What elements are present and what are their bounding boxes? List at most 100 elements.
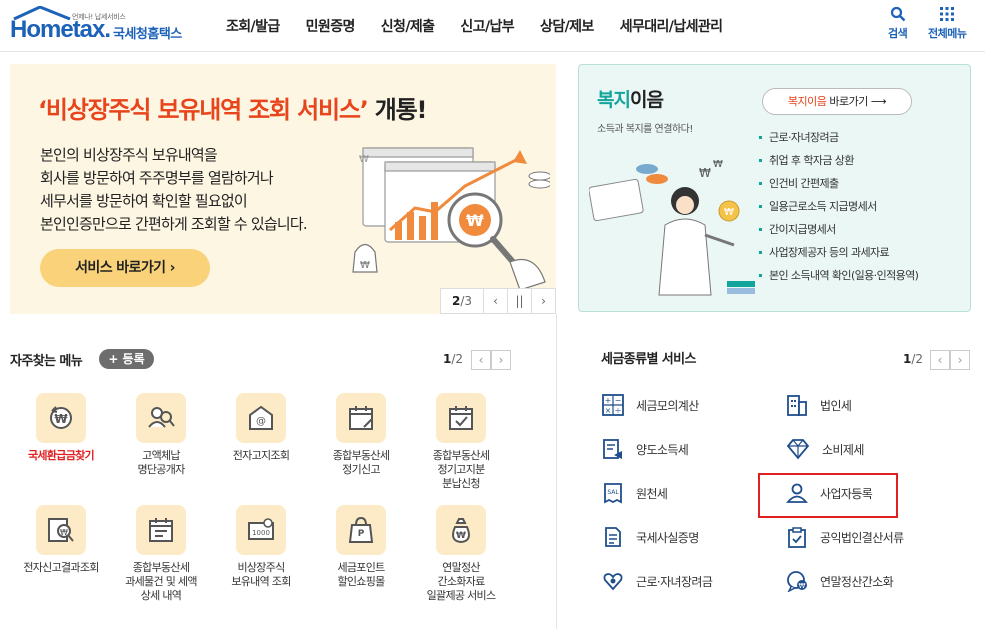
nav-report-pay[interactable]: 신고/납부 xyxy=(460,16,514,36)
nav-apply-submit[interactable]: 신청/제출 xyxy=(381,16,435,36)
register-menu-button[interactable]: + 등록 xyxy=(99,349,154,369)
welfare-banner: 복지이음 소득과 복지를 연결하다! 복지이음 바로가기 ⟶ 근로·자녀장려금 … xyxy=(578,64,971,312)
frequent-prev-button[interactable]: ‹ xyxy=(471,350,491,370)
search-button[interactable]: 검색 xyxy=(888,6,908,41)
frequent-item-label: 종합부동산세 정기고지분 분납신청 xyxy=(411,449,511,491)
frequent-item-installment[interactable]: 종합부동산세 정기고지분 분납신청 xyxy=(411,393,511,491)
tax-item-label: 연말정산간소화 xyxy=(820,574,894,589)
svg-text:÷: ÷ xyxy=(615,406,622,415)
welfare-link[interactable]: 인건비 간편제출 xyxy=(759,172,918,195)
tax-item-year-end-simple[interactable]: ₩ 연말정산간소화 xyxy=(786,570,894,592)
document-transfer-icon xyxy=(603,439,622,459)
banner-desc-line: 세무서를 방문하여 확인할 필요없이 xyxy=(40,192,248,210)
tax-item-consumption[interactable]: 소비제세 xyxy=(786,438,864,460)
frequent-item-delinquent[interactable]: 고액체납 명단공개자 xyxy=(111,393,211,477)
business-registration-highlight xyxy=(758,473,898,518)
welfare-link[interactable]: 일용근로소득 지급명세서 xyxy=(759,195,918,218)
tax-item-fact-certificate[interactable]: 국세사실증명 xyxy=(602,526,699,548)
frequent-item-year-end[interactable]: ₩ 연말정산 간소화자료 일괄제공 서비스 xyxy=(411,505,511,603)
svg-text:P: P xyxy=(358,529,365,539)
nav-inquiry-issue[interactable]: 조회/발급 xyxy=(226,16,280,36)
welfare-link[interactable]: 간이지급명세서 xyxy=(759,218,918,241)
nav-civil-certificate[interactable]: 민원증명 xyxy=(306,16,356,36)
welfare-list: 근로·자녀장려금 취업 후 학자금 상환 인건비 간편제출 일용근로소득 지급명… xyxy=(759,126,919,287)
tax-item-earned-income-credit[interactable]: 근로·자녀장려금 xyxy=(602,570,713,592)
tax-next-button[interactable]: › xyxy=(950,350,970,370)
label-line: 간소화자료 xyxy=(437,575,485,588)
banner-title: ‘비상장주식 보유내역 조회 서비스’ 개통! xyxy=(38,90,428,125)
tax-item-public-corp-settlement[interactable]: 공익법인결산서류 xyxy=(786,526,904,548)
banner-next-button[interactable]: › xyxy=(531,289,555,313)
welfare-link[interactable]: 근로·자녀장려금 xyxy=(759,126,918,149)
frequent-page-total: /2 xyxy=(451,352,464,366)
frequent-item-label: 종합부동산세 과세물건 및 세액 상세 내역 xyxy=(111,561,211,603)
nav-consult-report[interactable]: 상담/제보 xyxy=(540,16,594,36)
svg-text:₩: ₩ xyxy=(456,531,466,541)
column-divider xyxy=(556,314,557,629)
logo-org-name: 국세청홈택스 xyxy=(113,27,182,42)
shopping-bag-icon: P xyxy=(336,505,386,555)
people-search-icon xyxy=(136,393,186,443)
logo-text: Hometax. xyxy=(10,16,111,43)
welfare-link[interactable]: 취업 후 학자금 상환 xyxy=(759,149,918,172)
banner-page-indicator: 2/3 xyxy=(441,294,483,308)
frequent-item-label: 국세환급금찾기 xyxy=(11,449,111,463)
welfare-subtitle: 소득과 복지를 연결하다! xyxy=(597,124,693,135)
frequent-item-label: 세금포인트 할인쇼핑몰 xyxy=(311,561,411,589)
tax-item-label: 국세사실증명 xyxy=(636,530,699,545)
label-line: 전자고지조회 xyxy=(232,449,290,462)
frequent-item-point-mall[interactable]: P 세금포인트 할인쇼핑몰 xyxy=(311,505,411,589)
receipt-icon: SAL xyxy=(604,483,622,504)
main-nav: 조회/발급 민원증명 신청/제출 신고/납부 상담/제보 세무대리/납세관리 xyxy=(226,16,748,36)
tax-item-simulation[interactable]: + − × ÷ 세금모의계산 xyxy=(602,394,699,416)
label-line: 할인쇼핑몰 xyxy=(337,575,385,588)
tax-item-corporate[interactable]: 법인세 xyxy=(786,394,852,416)
service-go-button[interactable]: 서비스 바로가기 › xyxy=(40,249,210,287)
label-line: 국세환급금찾기 xyxy=(28,449,95,462)
search-icon xyxy=(890,6,905,22)
welfare-go-button[interactable]: 복지이음 바로가기 ⟶ xyxy=(762,88,912,115)
hometax-logo[interactable]: 언제나! 납세서비스 Hometax. 국세청홈택스 xyxy=(10,6,195,46)
frequent-item-e-notice[interactable]: @ 전자고지조회 xyxy=(211,393,311,463)
frequent-item-e-filing-result[interactable]: ₩ 전자신고결과조회 xyxy=(11,505,111,575)
frequent-item-refund[interactable]: ₩ 국세환급금찾기 xyxy=(11,393,111,463)
banner-pause-button[interactable]: || xyxy=(507,289,531,313)
svg-text:₩: ₩ xyxy=(360,260,370,271)
label-line: 종합부동산세 xyxy=(432,449,490,462)
welfare-link[interactable]: 본인 소득내역 확인(일용·인적용역) xyxy=(759,264,919,287)
label-line: 상세 내역 xyxy=(140,589,182,602)
tax-item-label: 세금모의계산 xyxy=(636,398,699,413)
money-bag-icon: ₩ xyxy=(436,505,486,555)
tax-item-label: 공익법인결산서류 xyxy=(820,530,904,545)
tax-item-label: 근로·자녀장려금 xyxy=(636,574,713,589)
label-line: 정기고지분 xyxy=(437,463,485,476)
welfare-title-b: 이음 xyxy=(629,89,664,111)
svg-text:SAL: SAL xyxy=(607,489,619,496)
banner-title-tail: 개통! xyxy=(367,96,428,124)
woman-illustration: ₩ ₩ ₩ xyxy=(589,159,755,296)
calendar-icon xyxy=(336,393,386,443)
svg-text:₩: ₩ xyxy=(699,166,711,180)
tax-item-transfer-income[interactable]: 양도소득세 xyxy=(602,438,689,460)
clipboard-icon xyxy=(788,527,806,548)
frequent-item-unlisted-stock[interactable]: 1000 비상장주식 보유내역 조회 xyxy=(211,505,311,589)
banner-prev-button[interactable]: ‹ xyxy=(483,289,507,313)
frequent-item-property-tax-filing[interactable]: 종합부동산세 정기신고 xyxy=(311,393,411,477)
nav-tax-agent[interactable]: 세무대리/납세관리 xyxy=(620,16,723,36)
stock-service-banner[interactable]: ‘비상장주식 보유내역 조회 서비스’ 개통! 본인의 비상장주식 보유내역을 … xyxy=(10,64,556,314)
frequent-next-button[interactable]: › xyxy=(491,350,511,370)
banner-page-total: /3 xyxy=(460,294,473,308)
label-line: 종합부동산세 xyxy=(332,449,390,462)
label-line: 종합부동산세 xyxy=(132,561,190,574)
welfare-link[interactable]: 사업장제공자 등의 과세자료 xyxy=(759,241,918,264)
tax-item-withholding[interactable]: SAL 원천세 xyxy=(602,482,668,504)
banner-desc-line: 본인의 비상장주식 보유내역을 xyxy=(40,146,218,164)
all-menu-button[interactable]: 전체메뉴 xyxy=(928,6,967,41)
svg-text:@: @ xyxy=(256,416,266,427)
tax-item-label: 소비제세 xyxy=(822,442,864,457)
header: 언제나! 납세서비스 Hometax. 국세청홈택스 조회/발급 민원증명 신청… xyxy=(0,0,985,52)
frequent-item-property-detail[interactable]: 종합부동산세 과세물건 및 세액 상세 내역 xyxy=(111,505,211,603)
frequent-item-label: 종합부동산세 정기신고 xyxy=(311,449,411,477)
tax-prev-button[interactable]: ‹ xyxy=(930,350,950,370)
building-icon xyxy=(787,395,807,416)
